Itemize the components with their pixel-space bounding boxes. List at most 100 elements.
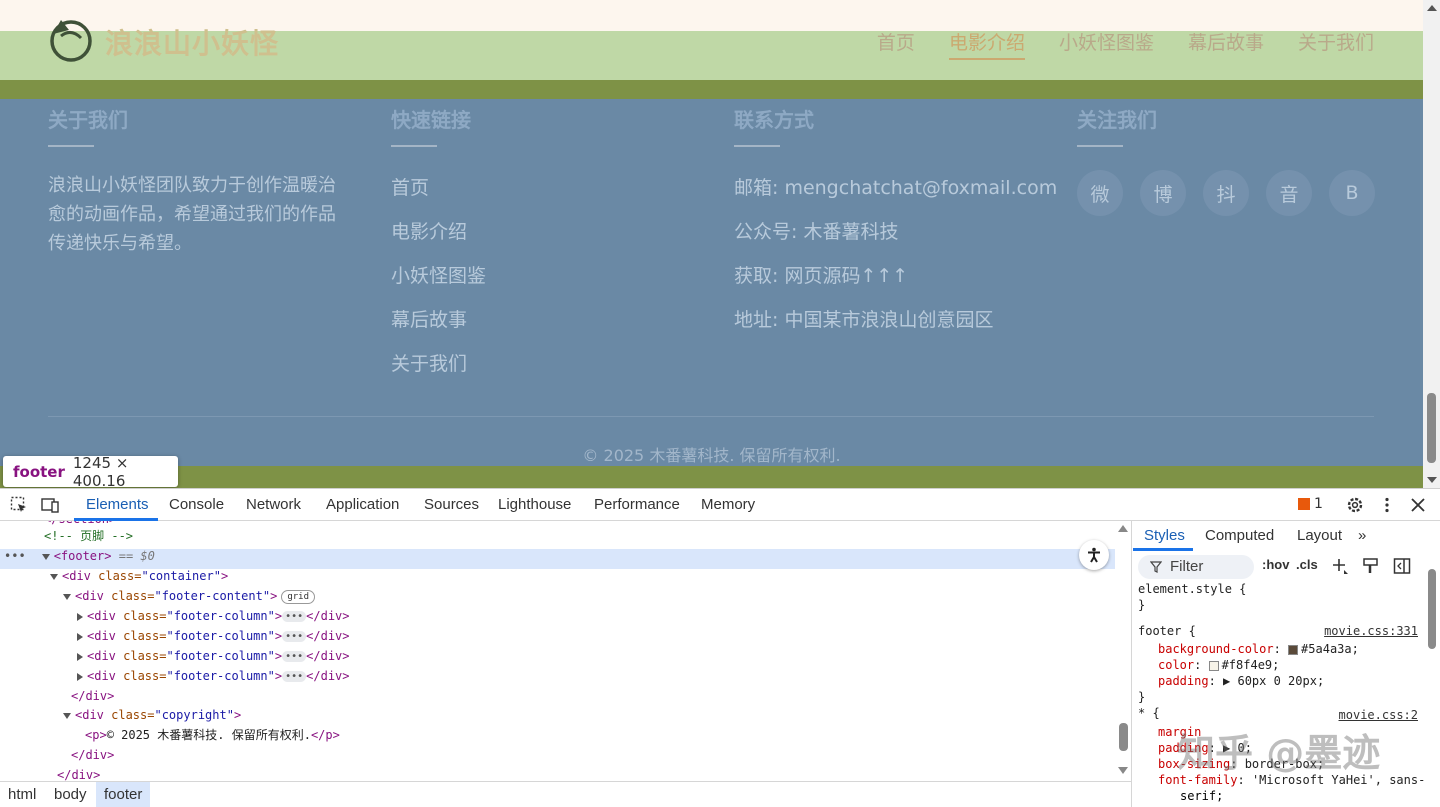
styles-filter-input[interactable]: Filter (1138, 555, 1254, 579)
dom-footer-column-node[interactable]: <div class="footer-column"> ••• </div> (77, 646, 350, 666)
ellipsis-icon[interactable]: ••• (282, 651, 307, 662)
styles-scrollbar[interactable] (1424, 553, 1440, 807)
scroll-thumb[interactable] (1428, 569, 1436, 649)
tab-elements[interactable]: Elements (86, 489, 149, 521)
collapsed-triangle-icon[interactable] (77, 672, 83, 681)
styles-tabbar: Styles Computed Layout » (1132, 521, 1440, 551)
css-decl-padding[interactable]: padding: ▶ 60px 0 20px; (1158, 673, 1324, 689)
inspect-element-icon[interactable] (10, 496, 28, 514)
bilibili-icon[interactable]: B (1329, 170, 1375, 216)
row-more-icon[interactable]: ••• (4, 549, 26, 563)
grid-badge[interactable]: grid (281, 589, 315, 604)
dom-footer-content-node[interactable]: <div class="footer-content"> grid (63, 586, 315, 606)
attr-value: "footer-content" (154, 589, 271, 603)
tab-computed[interactable]: Computed (1205, 521, 1274, 551)
color-swatch[interactable] (1288, 644, 1299, 655)
tab-layout[interactable]: Layout (1297, 521, 1342, 551)
nav-monster-gallery[interactable]: 小妖怪图鉴 (1059, 28, 1154, 60)
footer-link-movie[interactable]: 电影介绍 (391, 217, 486, 244)
attr-value: "footer-column" (166, 629, 275, 643)
scroll-thumb[interactable] (1427, 393, 1436, 463)
star-rule-source-link[interactable]: movie.css:2 (1339, 707, 1418, 723)
expand-triangle-icon[interactable] (63, 593, 71, 600)
collapsed-triangle-icon[interactable] (77, 612, 83, 621)
tab-performance[interactable]: Performance (594, 489, 680, 521)
page-scrollbar[interactable] (1423, 0, 1440, 488)
tab-application[interactable]: Application (326, 489, 399, 521)
dom-footer-node[interactable]: ••• <footer> == $0 (4, 546, 155, 566)
dom-div-close[interactable]: </div> (71, 745, 114, 765)
settings-gear-icon[interactable] (1346, 496, 1364, 514)
tab-console[interactable]: Console (169, 489, 224, 521)
dom-div-close[interactable]: </div> (71, 686, 114, 706)
nav-behind-scenes[interactable]: 幕后故事 (1188, 28, 1264, 60)
elements-tree[interactable]: </section> <!-- 页脚 --> •••<footer> == $0… (0, 521, 1131, 781)
footer-link-gallery[interactable]: 小妖怪图鉴 (391, 261, 486, 288)
device-toolbar-icon[interactable] (41, 496, 59, 514)
footer-open-tag: <footer> (53, 549, 112, 563)
color-swatch[interactable] (1208, 660, 1219, 671)
more-tabs-chevron-icon[interactable]: » (1358, 521, 1366, 551)
dom-footer-column-node[interactable]: <div class="footer-column"> ••• </div> (77, 666, 350, 686)
scroll-down-icon[interactable] (1427, 477, 1437, 483)
footer-link-behind[interactable]: 幕后故事 (391, 305, 486, 332)
logo-icon[interactable] (47, 16, 95, 64)
css-decl-color[interactable]: color: #f8f4e9; (1158, 657, 1279, 673)
ellipsis-icon[interactable]: ••• (282, 671, 307, 682)
expand-triangle-icon[interactable] (63, 712, 71, 719)
footer-rule-selector[interactable]: footer { (1138, 623, 1196, 639)
dom-comment[interactable]: <!-- 页脚 --> (44, 526, 133, 546)
issues-badge[interactable]: 1 (1298, 496, 1323, 512)
breadcrumb-body[interactable]: body (46, 782, 95, 807)
breadcrumb-footer[interactable]: footer (96, 782, 151, 807)
element-style-rule[interactable]: element.style { (1138, 581, 1246, 597)
site-brand[interactable]: 浪浪山小妖怪 (105, 22, 279, 62)
douyin-icon[interactable]: 抖 (1203, 170, 1249, 216)
elements-scrollbar[interactable] (1116, 521, 1131, 781)
nav-home[interactable]: 首页 (877, 28, 915, 60)
dom-footer-column-node[interactable]: <div class="footer-column"> ••• </div> (77, 626, 350, 646)
tab-lighthouse[interactable]: Lighthouse (498, 489, 571, 521)
accessibility-tree-button[interactable] (1079, 540, 1109, 570)
scroll-down-icon[interactable] (1118, 767, 1128, 774)
collapsed-triangle-icon[interactable] (77, 632, 83, 641)
footer-link-home[interactable]: 首页 (391, 173, 486, 200)
dom-p-node[interactable]: <p>© 2025 木番薯科技. 保留所有权利.</p> (85, 725, 340, 745)
dom-div-close[interactable]: </div> (57, 765, 100, 781)
music-icon[interactable]: 音 (1266, 170, 1312, 216)
dom-copyright-node[interactable]: <div class="copyright"> (63, 705, 241, 725)
scroll-up-icon[interactable] (1118, 525, 1128, 532)
collapsed-triangle-icon[interactable] (77, 652, 83, 661)
paint-brush-icon[interactable] (1362, 557, 1380, 575)
footer-rule-source-link[interactable]: movie.css:331 (1324, 623, 1418, 639)
css-decl-background-color[interactable]: background-color: #5a4a3a; (1158, 641, 1359, 657)
tab-styles[interactable]: Styles (1144, 521, 1185, 551)
tab-sources[interactable]: Sources (424, 489, 479, 521)
more-options-icon[interactable] (1378, 496, 1396, 514)
weibo-icon[interactable]: 博 (1140, 170, 1186, 216)
tab-network[interactable]: Network (246, 489, 301, 521)
scroll-thumb[interactable] (1119, 723, 1128, 751)
nav-movie-intro[interactable]: 电影介绍 (948, 28, 1025, 60)
nav-about[interactable]: 关于我们 (1298, 28, 1374, 60)
wechat-icon[interactable]: 微 (1077, 170, 1123, 216)
hover-state-toggle[interactable]: :hov (1262, 557, 1289, 572)
ellipsis-icon[interactable]: ••• (282, 611, 307, 622)
add-rule-icon[interactable] (1331, 557, 1349, 575)
scroll-up-icon[interactable] (1427, 5, 1437, 11)
dom-footer-column-node[interactable]: <div class="footer-column"> ••• </div> (77, 606, 350, 626)
expand-triangle-icon[interactable] (41, 553, 50, 560)
ellipsis-icon[interactable]: ••• (282, 631, 307, 642)
tag-close-div: </div> (306, 649, 350, 663)
footer-link-about[interactable]: 关于我们 (391, 349, 486, 376)
expand-triangle-icon[interactable] (50, 573, 58, 580)
breadcrumb-html[interactable]: html (0, 782, 44, 807)
star-rule-selector[interactable]: * { (1138, 705, 1160, 721)
close-icon[interactable] (1409, 496, 1427, 514)
toggle-sidebar-icon[interactable] (1393, 557, 1411, 575)
attr-name: class= (111, 589, 155, 603)
class-toggle[interactable]: .cls (1296, 557, 1318, 572)
tag-close: > (274, 649, 283, 663)
tab-memory[interactable]: Memory (701, 489, 755, 521)
dom-container-node[interactable]: <div class="container"> (50, 566, 228, 586)
